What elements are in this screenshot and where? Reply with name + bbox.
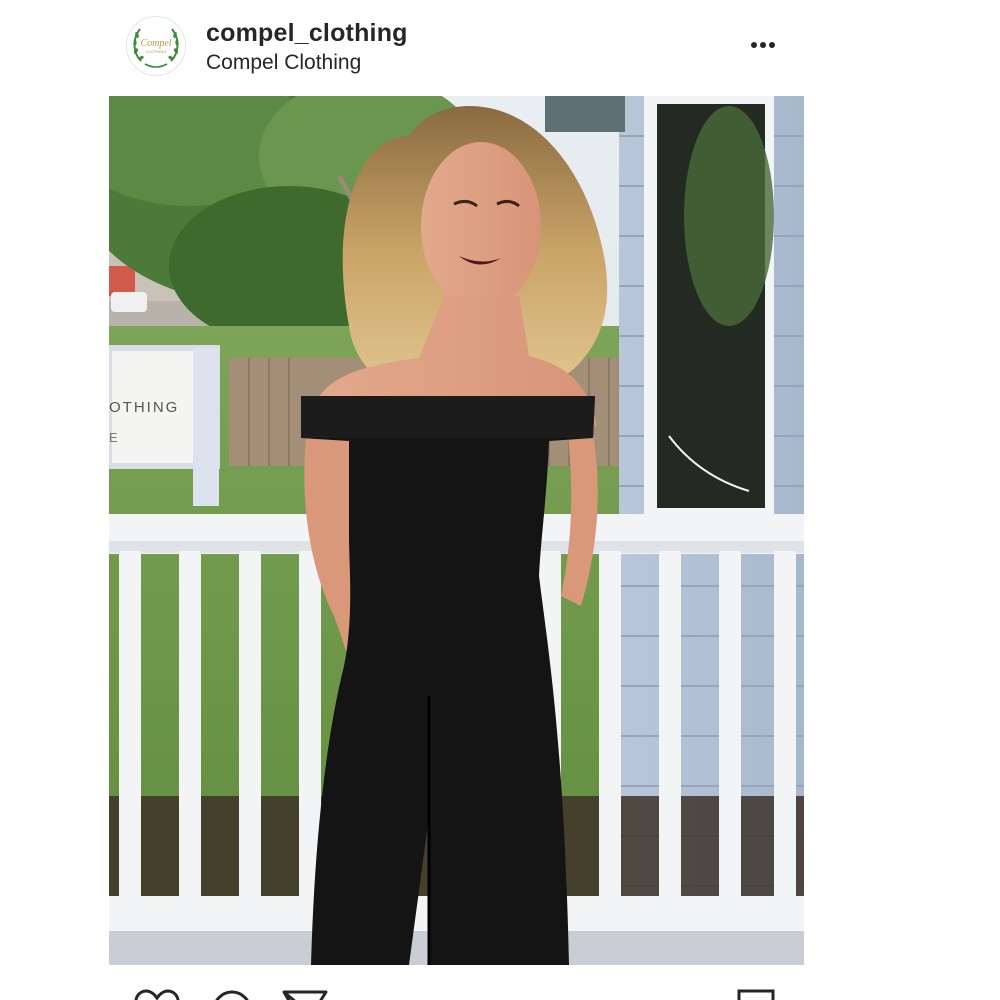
sign-post (193, 348, 219, 506)
parked-car (111, 292, 147, 312)
heart-icon[interactable] (134, 989, 180, 1000)
full-name: Compel Clothing (206, 51, 362, 74)
more-dot (769, 42, 775, 48)
more-dot (760, 42, 766, 48)
avatar-logo: Compel CLOTHING (133, 28, 179, 68)
avatar-logo-text: Compel (140, 38, 171, 49)
share-icon[interactable] (282, 989, 328, 1000)
distant-sign (109, 266, 135, 296)
awning (545, 96, 625, 132)
off-shoulder-band (301, 396, 595, 438)
post-action-bar (0, 965, 1000, 1000)
avatar-logo-subtext: CLOTHING (146, 49, 167, 54)
sign-text-2: E (109, 430, 118, 445)
bookmark-icon[interactable] (736, 989, 776, 1000)
face (421, 142, 541, 310)
post-photo[interactable]: OTHING E (109, 96, 804, 965)
comment-icon[interactable] (210, 989, 254, 1000)
post-author: compel_clothing Compel Clothing (206, 18, 408, 77)
more-horizontal-icon (751, 42, 757, 48)
post-header: Compel CLOTHING compel_clothing Compel C… (0, 0, 1000, 96)
sign-text: OTHING (109, 399, 179, 416)
username-link[interactable]: compel_clothing (206, 18, 408, 48)
more-options-button[interactable] (740, 28, 786, 62)
photo-scene: OTHING E (109, 96, 804, 965)
window-reflection (684, 106, 774, 326)
instagram-post: Compel CLOTHING compel_clothing Compel C… (0, 0, 1000, 1000)
profile-avatar[interactable]: Compel CLOTHING (126, 16, 186, 76)
